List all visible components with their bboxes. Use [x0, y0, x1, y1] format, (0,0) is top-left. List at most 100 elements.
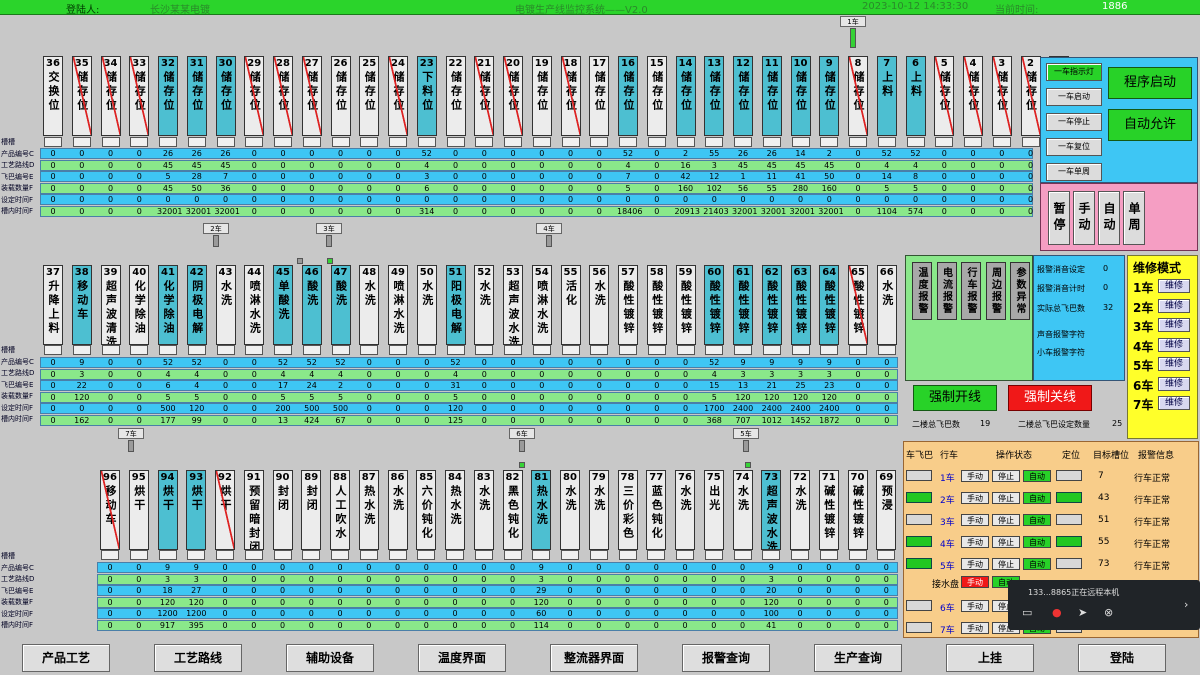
nav-button[interactable]: 工艺路线: [154, 644, 242, 672]
tank[interactable]: 74 水洗: [732, 470, 753, 550]
tank[interactable]: 19 储存位: [531, 56, 552, 136]
chevron-right-icon[interactable]: ›: [1184, 598, 1188, 611]
tank[interactable]: 5 储存位: [934, 56, 955, 136]
tank[interactable]: 57 酸性镀锌: [618, 265, 638, 345]
mode-button[interactable]: 手动: [1073, 191, 1095, 245]
manual-button[interactable]: 手动: [961, 622, 989, 634]
force-online-button[interactable]: 强制开线: [913, 385, 997, 411]
maintenance-button[interactable]: 维修: [1158, 298, 1190, 313]
mode-button[interactable]: 暂停: [1048, 191, 1070, 245]
tank[interactable]: 8 储存位: [848, 56, 868, 136]
tank[interactable]: 38 移动车: [71, 265, 92, 345]
tank[interactable]: 47 酸洗: [330, 265, 351, 345]
maintenance-button[interactable]: 维修: [1158, 279, 1190, 293]
tank[interactable]: 52 水洗: [474, 265, 495, 345]
tank[interactable]: 13 储存位: [704, 56, 725, 136]
maintenance-button[interactable]: 维修: [1158, 396, 1190, 410]
nav-button[interactable]: 上挂: [946, 644, 1034, 672]
mode-button[interactable]: 单周: [1123, 191, 1145, 245]
car-control-button[interactable]: 一车启动: [1046, 88, 1102, 106]
tank[interactable]: 26 储存位: [330, 56, 351, 136]
nav-button[interactable]: 辅助设备: [286, 644, 374, 672]
mic-icon[interactable]: ●: [1052, 606, 1062, 619]
tank[interactable]: 25 储存位: [359, 56, 380, 136]
tank[interactable]: 22 储存位: [445, 56, 466, 136]
tank[interactable]: 20 储存位: [503, 56, 523, 136]
tank[interactable]: 3 储存位: [991, 56, 1012, 136]
tank[interactable]: 94 烘干: [157, 470, 178, 550]
tank[interactable]: 59 酸性镀锌: [675, 265, 696, 345]
tank[interactable]: 61 酸性镀锌: [733, 265, 753, 345]
maintenance-button[interactable]: 维修: [1158, 357, 1190, 371]
tank[interactable]: 36 交换位: [43, 56, 63, 136]
tank[interactable]: 50 水洗: [416, 265, 437, 345]
tank[interactable]: 46 酸洗: [301, 265, 322, 345]
tank[interactable]: 76 水洗: [675, 470, 695, 550]
auto-button[interactable]: 自动: [1023, 558, 1051, 570]
tank[interactable]: 41 化学除油: [158, 265, 178, 345]
tank[interactable]: 7 上料: [876, 56, 897, 136]
tank[interactable]: 92 烘干: [215, 470, 235, 550]
auto-button[interactable]: 自动: [1023, 536, 1051, 548]
tank[interactable]: 45 单酸洗: [273, 265, 293, 345]
auto-button[interactable]: 自动: [1023, 470, 1051, 482]
car-control-button[interactable]: 一车停止: [1046, 113, 1102, 131]
nav-button[interactable]: 生产查询: [814, 644, 902, 672]
tank[interactable]: 33 储存位: [129, 56, 150, 136]
manual-button[interactable]: 手动: [961, 558, 989, 570]
tank[interactable]: 95 烘干: [128, 470, 149, 550]
maintenance-button[interactable]: 维修: [1158, 376, 1190, 391]
force-offline-button[interactable]: 强制关线: [1008, 385, 1092, 411]
tank[interactable]: 93 烘干: [186, 470, 207, 550]
tank[interactable]: 15 储存位: [646, 56, 667, 136]
tank[interactable]: 84 热水洗: [445, 470, 465, 550]
tank[interactable]: 64 酸性镀锌: [819, 265, 840, 345]
tank[interactable]: 83 水洗: [473, 470, 494, 550]
nav-button[interactable]: 报警查询: [682, 644, 770, 672]
tank[interactable]: 91 预留暗封闭: [243, 470, 264, 550]
close-icon[interactable]: ⊗: [1104, 606, 1113, 619]
car-control-button[interactable]: 一车复位: [1046, 138, 1102, 156]
tank[interactable]: 56 水洗: [589, 265, 610, 345]
tank[interactable]: 29 储存位: [244, 56, 265, 136]
tank[interactable]: 81 热水洗: [531, 470, 552, 550]
tank[interactable]: 2 储存位: [1020, 56, 1041, 136]
tank[interactable]: 85 六价钝化: [416, 470, 437, 550]
tank[interactable]: 55 活化: [560, 265, 581, 345]
mode-button[interactable]: 自动: [1098, 191, 1120, 245]
tank[interactable]: 39 超声波清洗: [100, 265, 121, 345]
tank[interactable]: 53 超声波水洗: [503, 265, 523, 345]
tank[interactable]: 16 储存位: [618, 56, 638, 136]
stop-button[interactable]: 停止: [992, 536, 1020, 548]
tank[interactable]: 17 储存位: [589, 56, 610, 136]
tank[interactable]: 18 储存位: [560, 56, 581, 136]
tank[interactable]: 11 储存位: [761, 56, 782, 136]
nav-button[interactable]: 产品工艺: [22, 644, 110, 672]
tank[interactable]: 35 储存位: [71, 56, 92, 136]
tank[interactable]: 10 储存位: [790, 56, 811, 136]
tank[interactable]: 4 储存位: [963, 56, 983, 136]
tank[interactable]: 70 碱性镀锌: [847, 470, 868, 550]
tank[interactable]: 28 储存位: [273, 56, 293, 136]
tank[interactable]: 58 酸性镀锌: [646, 265, 667, 345]
nav-button[interactable]: 登陆: [1078, 644, 1166, 672]
tank[interactable]: 60 酸性镀锌: [704, 265, 725, 345]
tank[interactable]: 44 喷淋水洗: [244, 265, 265, 345]
manual-button[interactable]: 手动: [961, 600, 989, 612]
manual-button[interactable]: 手动: [961, 514, 989, 526]
tank[interactable]: 71 碱性镀锌: [818, 470, 839, 550]
car-control-button[interactable]: 一车单周: [1046, 163, 1102, 181]
tank[interactable]: 69 预浸: [876, 470, 897, 550]
tank[interactable]: 75 出光: [703, 470, 724, 550]
stop-button[interactable]: 停止: [992, 470, 1020, 482]
tank[interactable]: 78 三价彩色: [617, 470, 638, 550]
tank[interactable]: 32 储存位: [158, 56, 178, 136]
tank[interactable]: 51 阳极电解: [445, 265, 466, 345]
tank[interactable]: 12 储存位: [733, 56, 753, 136]
tank[interactable]: 37 升降上料: [43, 265, 63, 345]
auto-button[interactable]: 自动: [1023, 514, 1051, 526]
manual-button[interactable]: 手动: [961, 536, 989, 548]
tank[interactable]: 14 储存位: [675, 56, 696, 136]
program-start-button[interactable]: 程序启动: [1108, 67, 1192, 99]
stop-button[interactable]: 停止: [992, 558, 1020, 570]
